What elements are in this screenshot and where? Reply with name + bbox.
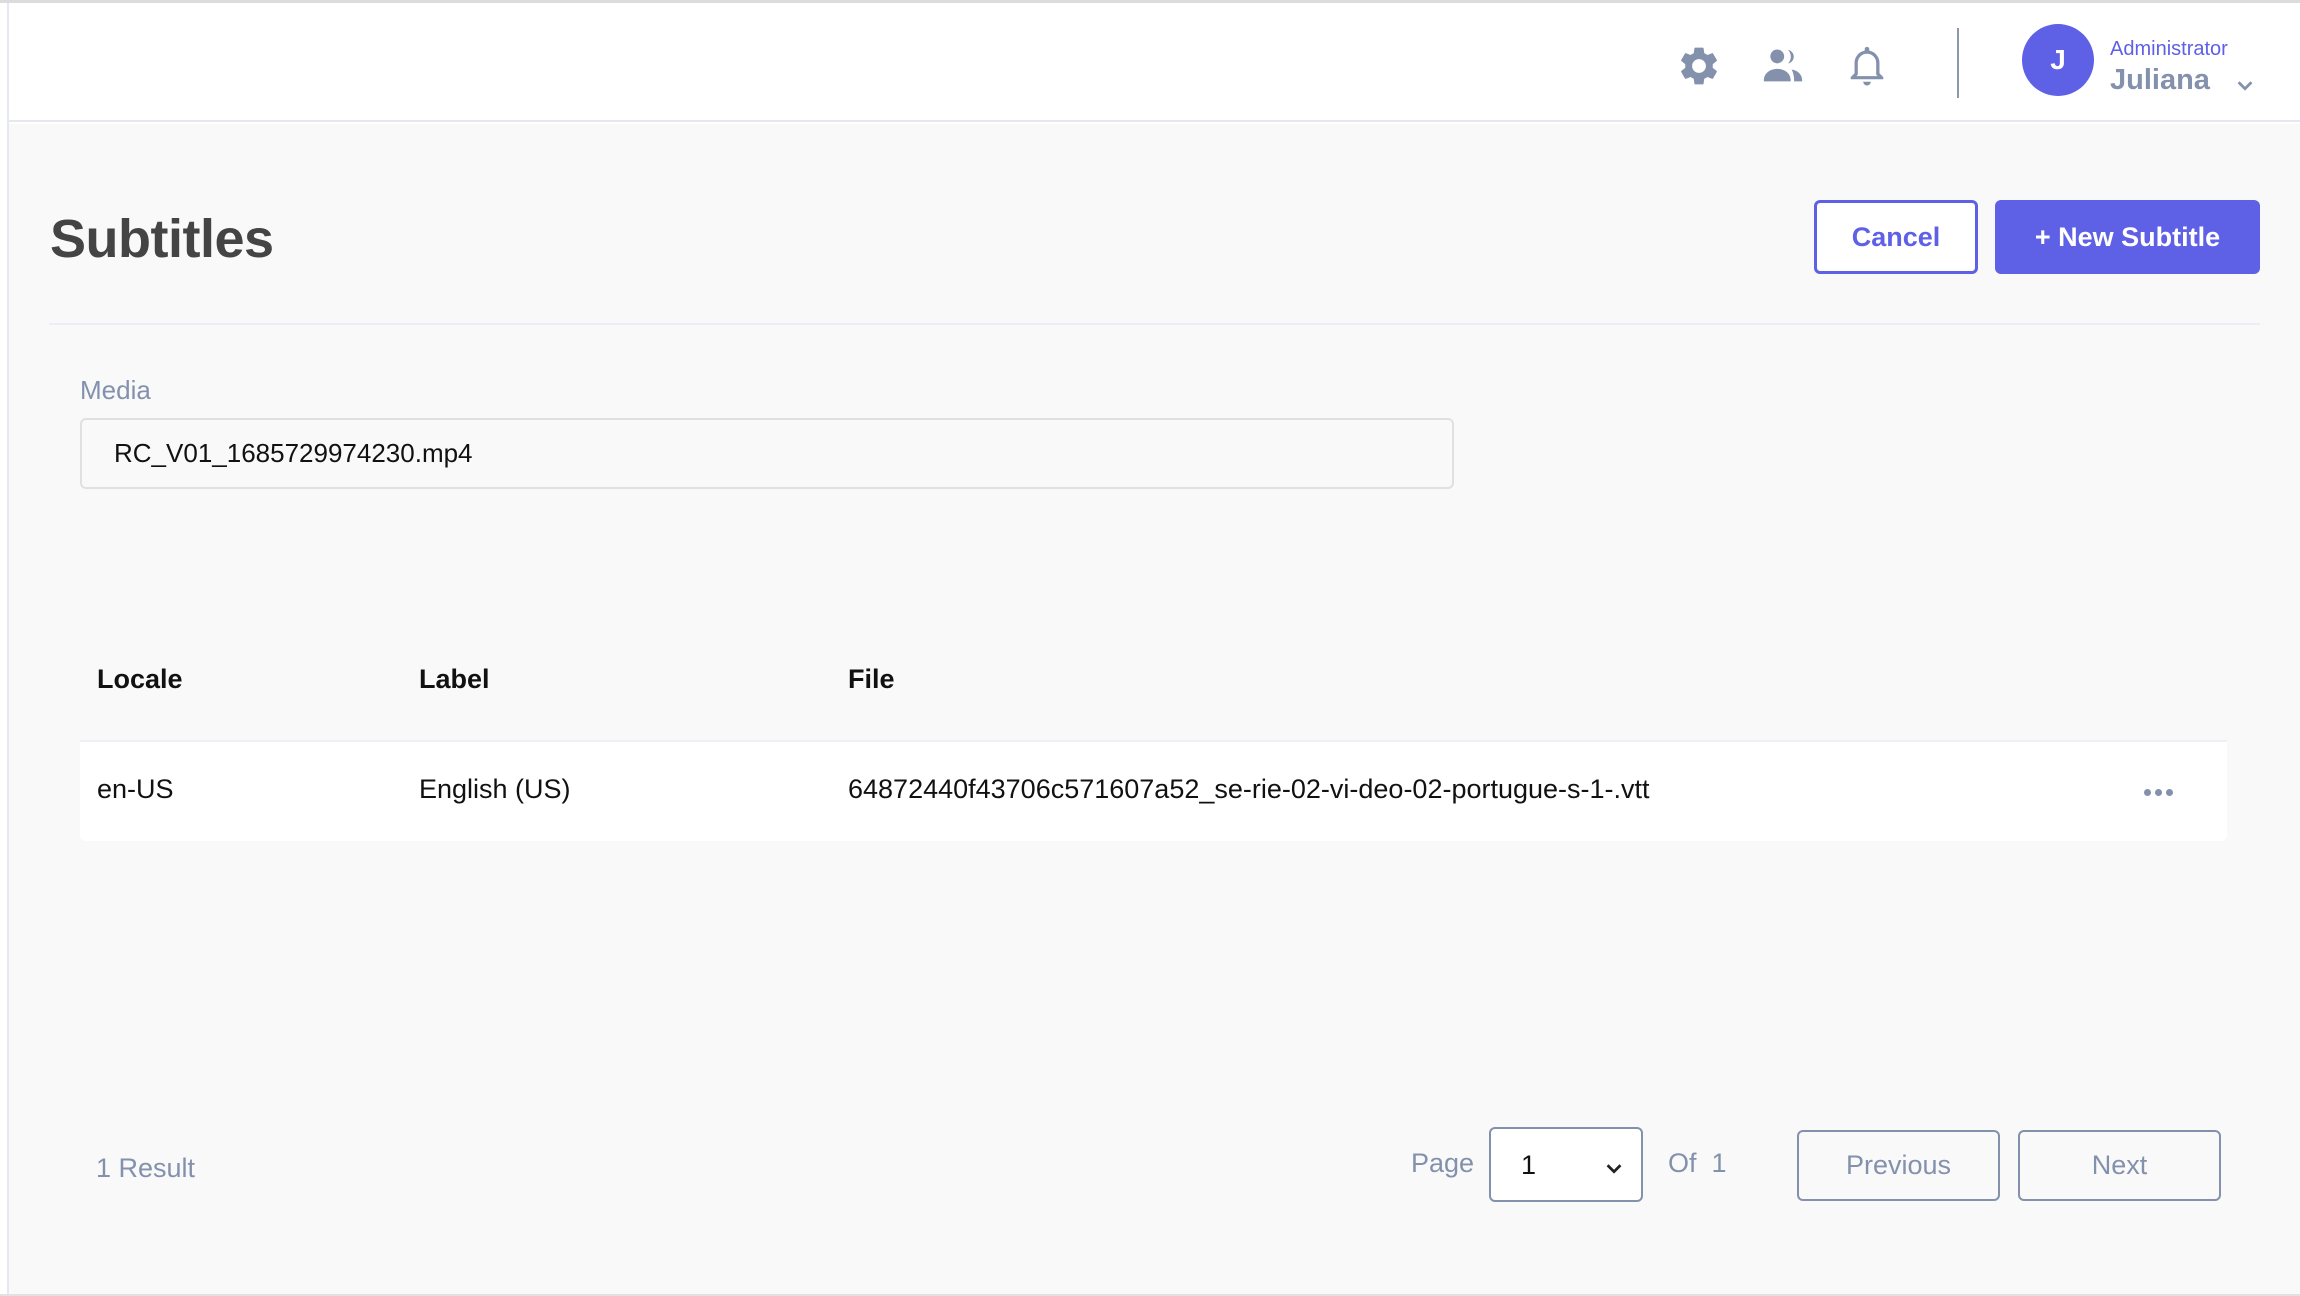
- result-count: 1 Result: [96, 1153, 196, 1183]
- of-label: Of: [1668, 1148, 1697, 1178]
- user-menu[interactable]: J Administrator Juliana: [2022, 24, 2282, 100]
- next-page-button[interactable]: Next: [2018, 1130, 2221, 1201]
- bell-icon: [1850, 46, 1884, 86]
- cell-label: English (US): [419, 774, 571, 804]
- gear-icon: [1681, 47, 1717, 85]
- title-divider: [49, 323, 2260, 325]
- top-bar: J Administrator Juliana: [9, 3, 2300, 122]
- media-input[interactable]: [80, 418, 1454, 489]
- chevron-down-icon: [2234, 74, 2256, 96]
- user-name: Juliana: [2110, 64, 2210, 96]
- more-dot-icon: [2143, 788, 2151, 796]
- table-row[interactable]: en-US English (US) 64872440f43706c571607…: [80, 740, 2227, 841]
- more-dot-icon: [2165, 788, 2173, 796]
- avatar: J: [2022, 24, 2094, 96]
- new-subtitle-button[interactable]: + New Subtitle: [1995, 200, 2260, 274]
- media-label: Media: [80, 375, 151, 405]
- row-actions-button[interactable]: [2134, 774, 2182, 810]
- column-header-locale[interactable]: Locale: [97, 664, 183, 695]
- total-pages: Of 1: [1668, 1148, 1727, 1179]
- more-dot-icon: [2154, 788, 2162, 796]
- cancel-button[interactable]: Cancel: [1814, 200, 1978, 274]
- header-divider: [1957, 28, 1959, 98]
- team-button[interactable]: [1758, 41, 1808, 91]
- page-label: Page: [1411, 1148, 1475, 1178]
- page-title: Subtitles: [50, 209, 274, 269]
- notifications-button[interactable]: [1842, 41, 1892, 91]
- column-header-file[interactable]: File: [848, 664, 895, 695]
- main-content: Subtitles Cancel + New Subtitle Media Lo…: [9, 124, 2300, 1294]
- page-select[interactable]: 1: [1489, 1127, 1643, 1202]
- chevron-down-icon: [1603, 1157, 1625, 1179]
- users-icon: [1763, 49, 1803, 82]
- column-header-label[interactable]: Label: [419, 664, 490, 695]
- previous-page-button[interactable]: Previous: [1797, 1130, 2000, 1201]
- total-pages-value: 1: [1711, 1148, 1727, 1178]
- cell-locale: en-US: [97, 774, 174, 804]
- cell-file: 64872440f43706c571607a52_se-rie-02-vi-de…: [848, 774, 1650, 804]
- settings-button[interactable]: [1674, 41, 1724, 91]
- table-header: Locale Label File: [80, 656, 2227, 704]
- page-select-value: 1: [1521, 1150, 1537, 1180]
- user-role: Administrator: [2110, 38, 2228, 60]
